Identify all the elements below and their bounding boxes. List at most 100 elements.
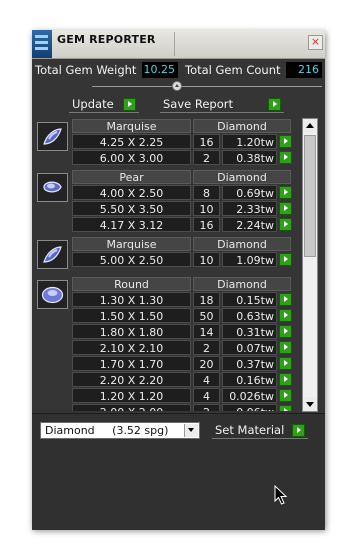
marquise-gem-icon-graphic <box>43 246 62 263</box>
gem-size-cell: 4.25 X 2.25 <box>72 134 191 149</box>
gem-weight-cell: 0.69tw <box>222 185 277 200</box>
set-material-go-icon <box>292 424 305 437</box>
gem-weight-cell: 0.06tw <box>222 404 277 411</box>
gem-size-cell: 5.50 X 3.50 <box>72 201 191 216</box>
save-report-label: Save Report <box>163 97 234 111</box>
total-weight-value: 10.25 <box>142 62 178 78</box>
update-go-icon <box>123 98 136 111</box>
set-material-button[interactable]: Set Material <box>212 423 308 439</box>
marquise-gem-icon <box>37 122 68 151</box>
total-weight-label: Total Gem Weight <box>35 63 137 77</box>
row-go-icon[interactable] <box>279 373 292 386</box>
material-dropdown-value: Diamond (3.52 spg) <box>45 424 169 437</box>
group-material-header: Diamond <box>193 237 291 251</box>
gem-size-cell: 2.00 X 2.00 <box>72 404 191 411</box>
row-go-icon[interactable] <box>279 389 292 402</box>
gem-count-cell: 8 <box>193 185 220 200</box>
total-count-value: 216 <box>286 62 322 78</box>
gem-weight-cell: 0.07tw <box>222 340 277 355</box>
pear-gem-icon <box>37 173 68 202</box>
close-button[interactable]: × <box>308 35 323 50</box>
row-go-icon[interactable] <box>279 135 292 148</box>
chevron-down-icon[interactable] <box>184 424 198 437</box>
size-slider-track[interactable] <box>92 86 322 87</box>
row-go-icon[interactable] <box>279 309 292 322</box>
gem-reporter-window: GEM REPORTER × Total Gem Weight 10.25 To… <box>32 30 325 530</box>
set-material-label: Set Material <box>215 423 285 437</box>
gem-count-cell: 2 <box>193 150 220 165</box>
gem-count-cell: 18 <box>193 292 220 307</box>
update-button[interactable]: Update <box>69 97 139 113</box>
gem-size-cell: 1.50 X 1.50 <box>72 308 191 323</box>
gem-size-cell: 1.80 X 1.80 <box>72 324 191 339</box>
title-divider <box>174 32 175 56</box>
gem-count-cell: 16 <box>193 217 220 232</box>
round-gem-icon <box>37 280 68 309</box>
group-shape-header: Round <box>72 277 191 291</box>
marquise-gem-icon <box>37 240 68 269</box>
gem-count-cell: 10 <box>193 252 220 267</box>
gem-weight-cell: 0.026tw <box>222 388 277 403</box>
group-material-header: Diamond <box>193 119 291 133</box>
row-go-icon[interactable] <box>279 186 292 199</box>
row-go-icon[interactable] <box>279 218 292 231</box>
gem-weight-cell: 2.33tw <box>222 201 277 216</box>
save-report-go-icon <box>268 98 281 111</box>
scroll-down-icon[interactable] <box>303 397 317 411</box>
round-gem-icon-graphic <box>41 286 64 304</box>
group-shape-header: Marquise <box>72 237 191 251</box>
window-title: GEM REPORTER <box>57 33 156 46</box>
gem-size-cell: 1.70 X 1.70 <box>72 356 191 371</box>
gem-count-cell: 50 <box>193 308 220 323</box>
gem-count-cell: 16 <box>193 134 220 149</box>
gem-count-cell: 2 <box>193 404 220 411</box>
gem-weight-cell: 0.38tw <box>222 150 277 165</box>
marquise-gem-icon-graphic <box>43 128 62 145</box>
gem-size-cell: 1.20 X 1.20 <box>72 388 191 403</box>
gem-size-cell: 6.00 X 3.00 <box>72 150 191 165</box>
row-go-icon[interactable] <box>279 202 292 215</box>
gem-weight-cell: 0.37tw <box>222 356 277 371</box>
scroll-thumb[interactable] <box>304 135 316 257</box>
row-go-icon[interactable] <box>279 357 292 370</box>
row-go-icon[interactable] <box>279 325 292 338</box>
pear-gem-icon-graphic <box>43 181 62 193</box>
gem-count-cell: 14 <box>193 324 220 339</box>
group-shape-header: Marquise <box>72 119 191 133</box>
gem-count-cell: 2 <box>193 340 220 355</box>
gem-size-cell: 2.20 X 2.20 <box>72 372 191 387</box>
gem-count-cell: 4 <box>193 372 220 387</box>
update-label: Update <box>72 97 114 111</box>
gem-weight-cell: 2.24tw <box>222 217 277 232</box>
gem-weight-cell: 1.20tw <box>222 134 277 149</box>
gem-weight-cell: 0.16tw <box>222 372 277 387</box>
row-go-icon[interactable] <box>279 293 292 306</box>
group-material-header: Diamond <box>193 277 291 291</box>
row-go-icon[interactable] <box>279 151 292 164</box>
app-icon <box>32 30 52 58</box>
row-go-icon[interactable] <box>279 405 292 411</box>
gem-count-cell: 10 <box>193 201 220 216</box>
scroll-up-icon[interactable] <box>303 119 317 133</box>
gem-list-scrollbar[interactable] <box>302 118 318 412</box>
gem-weight-cell: 0.31tw <box>222 324 277 339</box>
size-slider-thumb[interactable] <box>172 81 182 91</box>
gem-size-cell: 5.00 X 2.50 <box>72 252 191 267</box>
group-shape-header: Pear <box>72 170 191 184</box>
row-go-icon[interactable] <box>279 253 292 266</box>
total-count-label: Total Gem Count <box>185 63 281 77</box>
gem-size-cell: 1.30 X 1.30 <box>72 292 191 307</box>
gem-count-cell: 4 <box>193 388 220 403</box>
title-bar[interactable]: GEM REPORTER × <box>32 30 325 59</box>
gem-list[interactable]: Marquise Diamond 4.25 X 2.25 16 1.20tw 6.00 X… <box>34 119 300 411</box>
gem-size-cell: 4.00 X 2.50 <box>72 185 191 200</box>
row-go-icon[interactable] <box>279 341 292 354</box>
gem-weight-cell: 0.63tw <box>222 308 277 323</box>
gem-weight-cell: 0.15tw <box>222 292 277 307</box>
save-report-button[interactable]: Save Report <box>160 97 284 113</box>
material-dropdown[interactable]: Diamond (3.52 spg) <box>40 422 200 439</box>
gem-size-cell: 2.10 X 2.10 <box>72 340 191 355</box>
group-material-header: Diamond <box>193 170 291 184</box>
gem-weight-cell: 1.09tw <box>222 252 277 267</box>
gem-count-cell: 20 <box>193 356 220 371</box>
